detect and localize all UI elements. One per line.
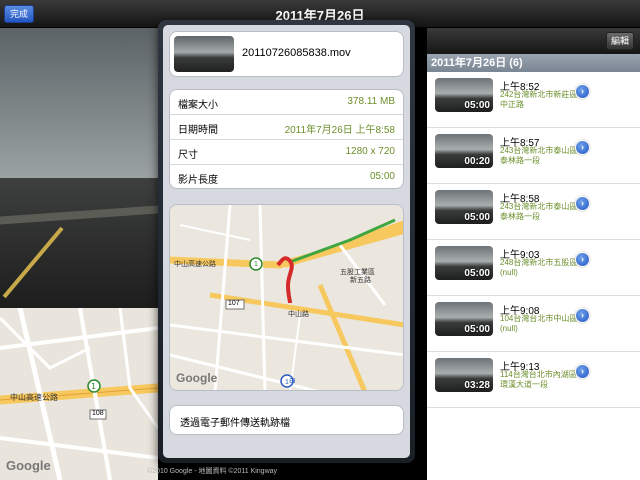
left-map-google-logo: Google: [6, 458, 51, 473]
map-road-label: 中山路: [288, 311, 309, 318]
left-map-road-label: 中山高速公路: [10, 393, 58, 402]
info-row-size: 檔案大小 378.11 MB: [170, 90, 403, 115]
list-item[interactable]: 05:00 上午8:58 243台灣新北市泰山區泰林路一段 ›: [427, 184, 640, 240]
disclosure-icon[interactable]: ›: [575, 364, 590, 379]
video-sky: [0, 28, 158, 178]
map-route-number: 107: [228, 300, 240, 307]
list-item[interactable]: 05:00 上午8:52 242台灣新北市新莊區中正路 ›: [427, 72, 640, 128]
video-road: [0, 178, 158, 308]
disclosure-icon[interactable]: ›: [575, 252, 590, 267]
svg-text:1: 1: [91, 382, 96, 391]
video-thumbnail: 05:00: [435, 78, 493, 112]
list-item[interactable]: 05:00 上午9:08 104台灣台北市中山區(null) ›: [427, 296, 640, 352]
info-value: 1280 x 720: [345, 146, 396, 157]
info-label: 尺寸: [178, 150, 198, 161]
info-value: 05:00: [369, 171, 395, 182]
info-value: 378.11 MB: [347, 96, 395, 107]
list-toolbar: 編輯: [427, 28, 640, 54]
video-thumbnail: 05:00: [435, 246, 493, 280]
info-row-datetime: 日期時間 2011年7月26日 上午8:58: [170, 115, 403, 140]
list-item[interactable]: 03:28 上午9:13 114台灣台北市內湖區環漢大道一段 ›: [427, 352, 640, 408]
disclosure-icon[interactable]: ›: [575, 196, 590, 211]
email-track-label: 透過電子郵件傳送軌跡檔: [180, 418, 290, 429]
video-preview[interactable]: [0, 28, 158, 308]
route-map-svg: [170, 205, 403, 390]
duration-label: 00:20: [464, 156, 490, 167]
video-thumbnail: 00:20: [435, 134, 493, 168]
list-item[interactable]: 00:20 上午8:57 243台灣新北市泰山區泰林路一段 ›: [427, 128, 640, 184]
video-thumbnail: 05:00: [435, 302, 493, 336]
duration-label: 05:00: [464, 324, 490, 335]
popover-content: 20110726085838.mov 檔案大小 378.11 MB 日期時間 2…: [163, 25, 410, 458]
item-address: 243台灣新北市泰山區泰林路一段: [500, 146, 578, 165]
disclosure-icon[interactable]: ›: [575, 84, 590, 99]
edit-button[interactable]: 編輯: [606, 32, 634, 50]
item-address: 114台灣台北市內湖區環漢大道一段: [500, 370, 577, 389]
map-google-logo: Google: [176, 371, 218, 385]
app-window: 完成 2011年7月26日 1 Google 中山高速公路 108 編輯 201…: [0, 0, 640, 480]
route-map[interactable]: 中山高速公路 中山路 新五路 五股工業區 1 107 1甲 Google: [169, 204, 404, 391]
map-route-number: 1: [254, 261, 258, 268]
item-address: 248台灣新北市五股區(null): [500, 258, 578, 277]
file-row[interactable]: 20110726085838.mov: [169, 31, 404, 77]
file-name: 20110726085838.mov: [242, 47, 351, 59]
info-value: 2011年7月26日 上午8:58: [284, 125, 395, 136]
item-address: 104台灣台北市中山區(null): [500, 314, 578, 333]
info-label: 影片長度: [178, 175, 218, 186]
duration-label: 05:00: [464, 268, 490, 279]
video-thumbnail: 05:00: [435, 190, 493, 224]
left-map-route-number: 108: [92, 410, 104, 417]
list-section-header: 2011年7月26日 (6): [427, 54, 640, 72]
file-thumbnail: [174, 36, 234, 72]
video-thumbnail: 03:28: [435, 358, 493, 392]
map-route-number: 1甲: [285, 379, 296, 386]
disclosure-icon[interactable]: ›: [575, 140, 590, 155]
list-item[interactable]: 05:00 上午9:03 248台灣新北市五股區(null) ›: [427, 240, 640, 296]
duration-label: 03:28: [464, 380, 490, 391]
file-info-group: 檔案大小 378.11 MB 日期時間 2011年7月26日 上午8:58 尺寸…: [169, 89, 404, 189]
info-label: 檔案大小: [178, 100, 218, 111]
disclosure-icon[interactable]: ›: [575, 308, 590, 323]
duration-label: 05:00: [464, 100, 490, 111]
left-map[interactable]: 1 Google 中山高速公路 108: [0, 308, 158, 480]
item-address: 242台灣新北市新莊區中正路: [500, 90, 578, 109]
map-road-label: 五股工業區: [340, 269, 375, 276]
email-track-button[interactable]: 透過電子郵件傳送軌跡檔: [169, 405, 404, 435]
map-copyright: ©2010 Google - 地圖資料 ©2011 Kingway: [147, 468, 278, 475]
info-row-length: 影片長度 05:00: [170, 165, 403, 188]
item-address: 243台灣新北市泰山區泰林路一段: [500, 202, 578, 221]
video-detail-popover: 20110726085838.mov 檔案大小 378.11 MB 日期時間 2…: [158, 20, 415, 463]
info-row-dimensions: 尺寸 1280 x 720: [170, 140, 403, 165]
map-road-label: 中山高速公路: [174, 261, 216, 268]
video-list-panel: 編輯 2011年7月26日 (6) 20110726 05:00 上午8:52 …: [427, 28, 640, 480]
info-label: 日期時間: [178, 125, 218, 136]
duration-label: 05:00: [464, 212, 490, 223]
